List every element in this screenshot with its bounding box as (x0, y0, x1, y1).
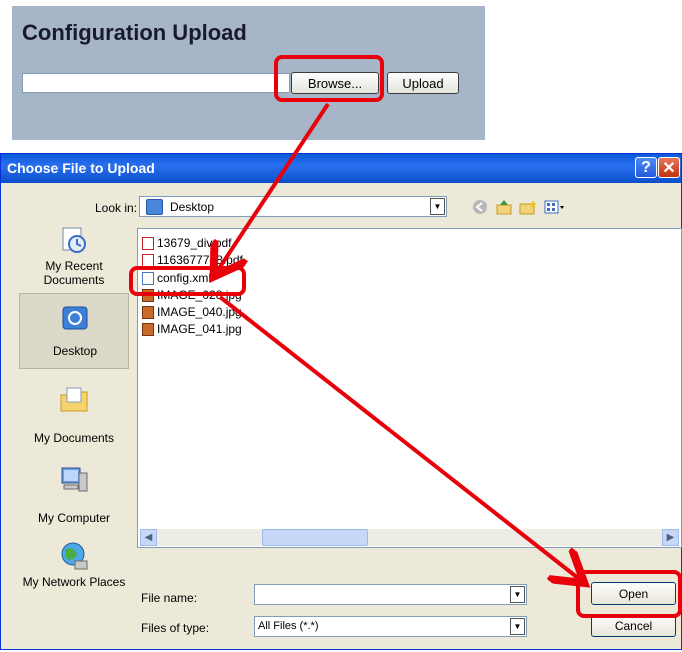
arrow-browse-to-file (218, 102, 330, 270)
arrow-file-to-open (218, 295, 578, 578)
annotation-arrows (0, 102, 682, 652)
